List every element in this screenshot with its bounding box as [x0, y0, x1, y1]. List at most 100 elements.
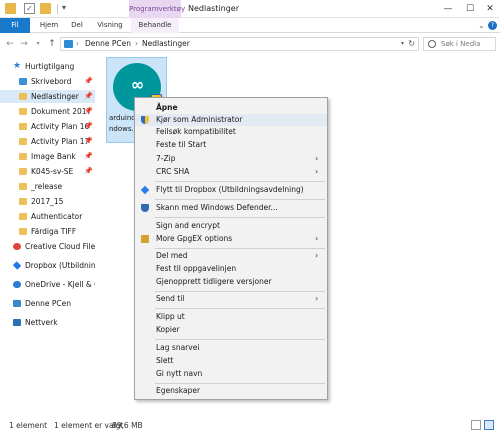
back-button[interactable]: ← — [4, 37, 16, 51]
sidebar-item-creative-cloud[interactable]: Creative Cloud Files — [0, 240, 95, 253]
menu-item-run-as-admin[interactable]: Kjør som Administrator — [135, 114, 327, 126]
refresh-icon[interactable]: ↻ — [408, 38, 415, 50]
menu-item-open[interactable]: Åpne — [135, 102, 327, 114]
sidebar-item-fardiga-tiff[interactable]: Färdiga TIFF — [0, 225, 95, 238]
tab-del[interactable]: Del — [68, 18, 86, 33]
search-placeholder: Søk i Nedla — [441, 40, 481, 48]
menu-item-send-to[interactable]: Send til › — [135, 293, 327, 305]
gpg-icon — [141, 235, 149, 243]
sidebar-item-desktop[interactable]: Skrivebord 📌 — [0, 75, 95, 88]
menu-item-create-shortcut[interactable]: Lag snarvei — [135, 342, 327, 354]
menu-item-label: Del med — [156, 251, 188, 260]
address-bar[interactable]: › Denne PCen › Nedlastinger ▾ ↻ — [60, 37, 419, 51]
breadcrumb-downloads[interactable]: Nedlastinger — [142, 38, 190, 50]
context-menu: Åpne Kjør som Administrator Feilsøk komp… — [134, 97, 328, 400]
menu-item-label: Gjenopprett tidligere versjoner — [156, 277, 272, 286]
menu-item-properties[interactable]: Egenskaper — [135, 385, 327, 397]
menu-item-copy[interactable]: Kopier — [135, 324, 327, 336]
submenu-arrow-icon: › — [315, 234, 319, 243]
sidebar-item-dropbox[interactable]: Dropbox (Utbildnings — [0, 259, 95, 272]
folder-icon — [19, 153, 27, 160]
menu-item-move-to-dropbox[interactable]: Flytt til Dropbox (Utbildningsavdelning) — [135, 184, 327, 196]
forward-button[interactable]: → — [18, 37, 30, 51]
sidebar-item-label: Authenticator — [31, 212, 83, 221]
help-icon[interactable]: ? — [488, 21, 497, 30]
sidebar-item-label: Skrivebord — [31, 77, 72, 86]
sidebar-item-activity-plan-16[interactable]: Activity Plan 16 📌 — [0, 120, 95, 133]
uac-shield-icon — [141, 116, 149, 124]
menu-item-scan-defender[interactable]: Skann med Windows Defender... — [135, 202, 327, 214]
menu-item-crc-sha[interactable]: CRC SHA › — [135, 166, 327, 178]
item-count: 1 element — [9, 421, 48, 430]
recent-locations-button[interactable]: ▾ — [32, 37, 44, 51]
pin-icon[interactable]: 📌 — [84, 135, 93, 148]
pin-icon[interactable]: 📌 — [84, 120, 93, 133]
tab-behandle[interactable]: Behandle — [131, 18, 179, 33]
sidebar-item-release[interactable]: _release — [0, 180, 95, 193]
sidebar-item-quick-access[interactable]: ★ Hurtigtilgang — [0, 60, 95, 73]
menu-separator — [155, 217, 325, 218]
sidebar-item-downloads[interactable]: Nedlastinger 📌 — [0, 90, 95, 103]
folder-icon — [19, 138, 27, 145]
sidebar-item-onedrive[interactable]: OneDrive - Kjell & Co — [0, 278, 95, 291]
breadcrumb-separator: › — [76, 39, 79, 48]
folder-icon — [19, 168, 27, 175]
sidebar-item-activity-plan-17[interactable]: Activity Plan 17 📌 — [0, 135, 95, 148]
menu-item-rename[interactable]: Gi nytt navn — [135, 368, 327, 380]
sidebar-item-dokument-2017[interactable]: Dokument 2017 📌 — [0, 105, 95, 118]
tab-hjem[interactable]: Hjem — [37, 18, 61, 33]
menu-item-sign-and-encrypt[interactable]: Sign and encrypt — [135, 220, 327, 232]
breadcrumb-this-pc[interactable]: Denne PCen — [85, 38, 131, 50]
details-view-icon[interactable] — [471, 420, 481, 430]
menu-item-label: Flytt til Dropbox (Utbildningsavdelning) — [156, 185, 304, 194]
menu-item-pin-to-taskbar[interactable]: Fest til oppgavelinjen — [135, 263, 327, 275]
menu-item-label: Klipp ut — [156, 312, 185, 321]
sidebar-item-2017-15[interactable]: 2017_15 — [0, 195, 95, 208]
pin-icon[interactable]: 📌 — [84, 150, 93, 163]
menu-item-troubleshoot-compatibility[interactable]: Feilsøk kompatibilitet — [135, 126, 327, 138]
sidebar-item-k045-sv-se[interactable]: K045-sv-SE 📌 — [0, 165, 95, 178]
sidebar-item-authenticator[interactable]: Authenticator — [0, 210, 95, 223]
close-button[interactable]: ✕ — [478, 0, 500, 18]
download-icon — [19, 93, 27, 100]
pin-icon[interactable]: 📌 — [84, 165, 93, 178]
minimize-button[interactable]: — — [436, 0, 460, 18]
dropbox-icon — [140, 185, 150, 195]
menu-item-pin-to-start[interactable]: Feste til Start — [135, 139, 327, 151]
sidebar-item-image-bank[interactable]: Image Bank 📌 — [0, 150, 95, 163]
submenu-arrow-icon: › — [315, 251, 319, 260]
large-icons-view-icon[interactable] — [484, 420, 494, 430]
onedrive-icon — [13, 281, 21, 288]
menu-item-label: Åpne — [156, 103, 178, 112]
menu-item-7zip[interactable]: 7-Zip › — [135, 153, 327, 165]
selection-size: 89,6 MB — [112, 421, 143, 430]
properties-check-icon[interactable]: ✓ — [24, 3, 35, 14]
sidebar-item-label: Nedlastinger — [31, 92, 79, 101]
tab-fil[interactable]: Fil — [0, 18, 30, 33]
pin-icon[interactable]: 📌 — [84, 75, 93, 88]
new-folder-icon[interactable] — [40, 3, 51, 14]
menu-item-label: Lag snarvei — [156, 343, 200, 352]
tab-visning[interactable]: Visning — [94, 18, 126, 33]
menu-item-restore-previous-versions[interactable]: Gjenopprett tidligere versjoner — [135, 276, 327, 288]
pin-icon[interactable]: 📌 — [84, 105, 93, 118]
menu-item-gpgex-options[interactable]: More GpgEX options › — [135, 233, 327, 245]
menu-item-delete[interactable]: Slett — [135, 355, 327, 367]
customize-toolbar-icon[interactable]: ▾ — [62, 3, 66, 12]
expand-ribbon-icon[interactable]: ⌄ — [478, 18, 485, 33]
menu-item-label: Gi nytt navn — [156, 369, 203, 378]
menu-item-label: Feilsøk kompatibilitet — [156, 127, 236, 136]
sidebar-item-label: Image Bank — [31, 152, 76, 161]
sidebar-item-this-pc[interactable]: Denne PCen — [0, 297, 95, 310]
pin-icon[interactable]: 📌 — [84, 90, 93, 103]
address-history-dropdown[interactable]: ▾ — [401, 38, 404, 50]
menu-item-share-with[interactable]: Del med › — [135, 250, 327, 262]
up-button[interactable]: ↑ — [46, 37, 58, 51]
breadcrumb-separator[interactable]: › — [135, 38, 138, 50]
defender-icon — [141, 204, 149, 212]
sidebar-item-network[interactable]: Nettverk — [0, 316, 95, 329]
menu-item-cut[interactable]: Klipp ut — [135, 311, 327, 323]
search-input[interactable]: Søk i Nedla — [423, 37, 496, 51]
menu-item-label: Egenskaper — [156, 386, 201, 395]
sidebar-item-label: OneDrive - Kjell & Co — [25, 280, 95, 289]
